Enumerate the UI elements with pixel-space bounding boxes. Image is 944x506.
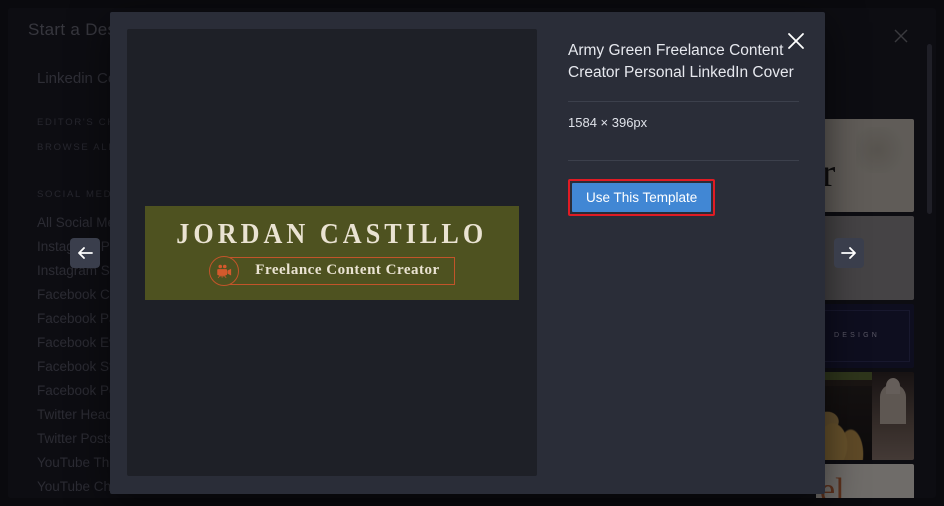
film-camera-icon <box>209 255 240 286</box>
modal-info-section: Army Green Freelance Content Creator Per… <box>552 12 825 494</box>
arrow-left-icon <box>78 247 93 259</box>
use-template-highlight: Use This Template <box>568 178 716 216</box>
template-title: Army Green Freelance Content Creator Per… <box>568 42 794 82</box>
template-dimensions: 1584 × 396px <box>568 114 648 130</box>
close-icon[interactable] <box>785 30 807 52</box>
artwork-name-text: JORDAN CASTILLO <box>176 217 488 250</box>
artwork-tagline-box: Freelance Content Creator <box>230 256 455 285</box>
modal-preview-section: JORDAN CASTILLO Freelance Content Creato… <box>110 12 552 494</box>
linkedin-cover-artwork: JORDAN CASTILLO Freelance Content Creato… <box>145 205 519 300</box>
artwork-tagline-row: Freelance Content Creator <box>209 255 455 286</box>
use-this-template-button[interactable]: Use This Template <box>572 182 712 212</box>
artwork-content: JORDAN CASTILLO Freelance Content Creato… <box>148 209 516 297</box>
artwork-tagline-text: Freelance Content Creator <box>255 262 440 278</box>
next-template-button[interactable] <box>834 238 864 268</box>
arrow-right-icon <box>841 247 856 259</box>
previous-template-button[interactable] <box>70 238 100 268</box>
divider <box>568 159 799 161</box>
template-preview-modal: JORDAN CASTILLO Freelance Content Creato… <box>110 12 825 494</box>
template-preview-canvas[interactable]: JORDAN CASTILLO Freelance Content Creato… <box>127 29 537 476</box>
